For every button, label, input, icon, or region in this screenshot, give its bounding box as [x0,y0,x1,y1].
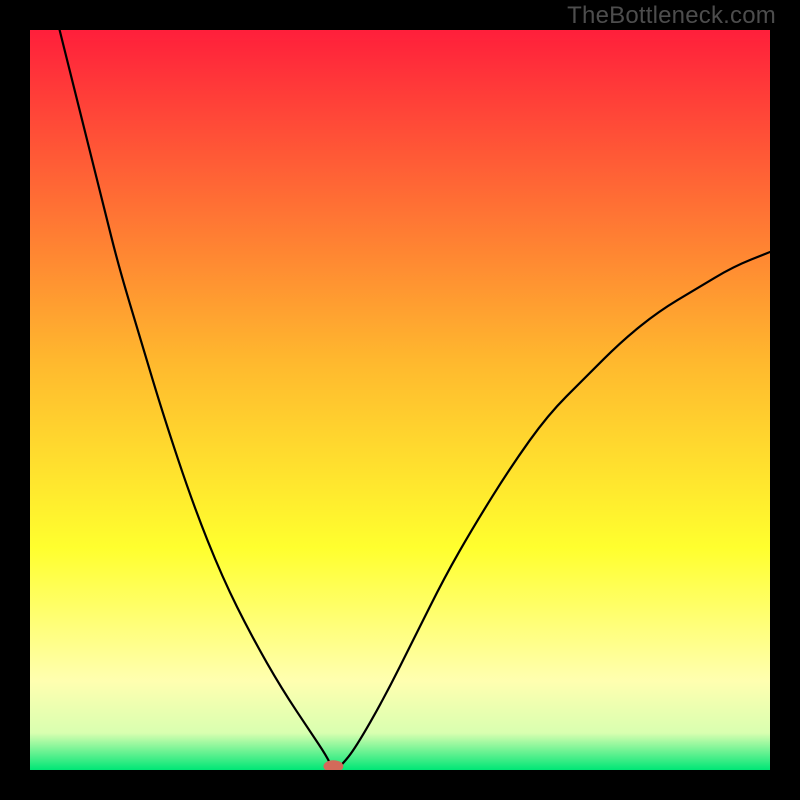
chart-svg [30,30,770,770]
gradient-background [30,30,770,770]
watermark-text: TheBottleneck.com [567,2,776,30]
plot-area [30,30,770,770]
chart-frame: TheBottleneck.com [0,0,800,800]
